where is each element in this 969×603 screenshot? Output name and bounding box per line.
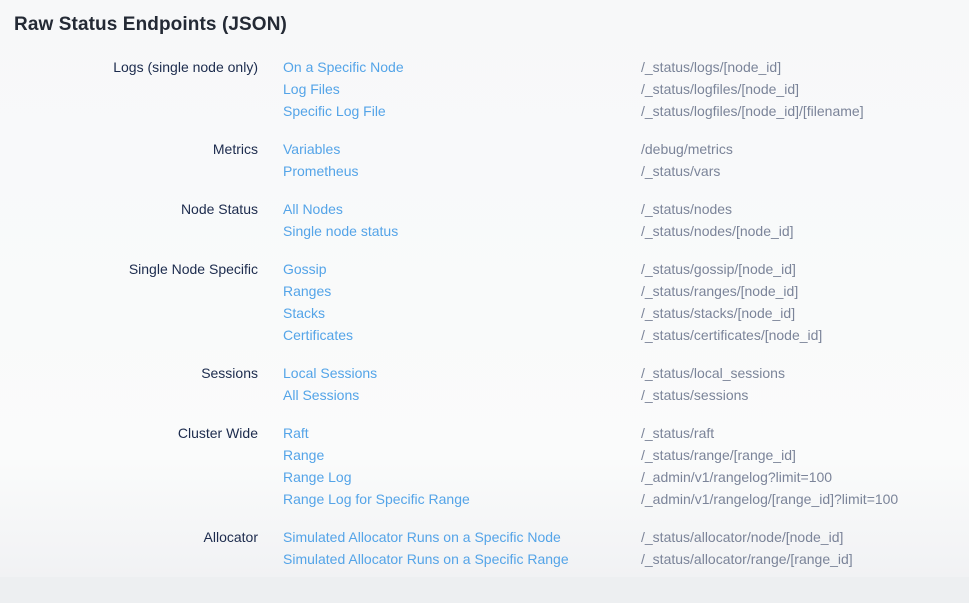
endpoint-link[interactable]: Log Files: [283, 78, 641, 100]
category-label: Single Node Specific: [0, 258, 258, 346]
endpoint-link[interactable]: Ranges: [283, 280, 641, 302]
endpoint-row: Range Log for Specific Range/_admin/v1/r…: [283, 488, 969, 510]
endpoint-group: Single Node SpecificGossip/_status/gossi…: [0, 258, 969, 346]
endpoint-link[interactable]: On a Specific Node: [283, 56, 641, 78]
endpoint-group: Allocator Simulated Allocator Runs on a S…: [0, 526, 969, 570]
endpoint-path: /_status/nodes: [641, 198, 732, 220]
endpoint-path: /_status/sessions: [641, 384, 748, 406]
endpoint-entry-list: Variables/debug/metricsPrometheus/_statu…: [258, 138, 969, 182]
endpoint-row: Prometheus/_status/vars: [283, 160, 969, 182]
endpoint-link[interactable]: Simulated Allocator Runs on a Specific N…: [283, 526, 641, 548]
endpoint-link[interactable]: Certificates: [283, 324, 641, 346]
endpoint-path: /_status/nodes/[node_id]: [641, 220, 794, 242]
endpoint-row: Range/_status/range/[range_id]: [283, 444, 969, 466]
endpoint-entry-list: On a Specific Node/_status/logs/[node_id…: [258, 56, 969, 122]
endpoint-entry-list: All Nodes/_status/nodesSingle node statu…: [258, 198, 969, 242]
endpoint-path: /_admin/v1/rangelog?limit=100: [641, 466, 832, 488]
endpoint-row: Single node status/_status/nodes/[node_i…: [283, 220, 969, 242]
category-label: Allocator: [0, 526, 258, 570]
endpoint-path: /_status/logs/[node_id]: [641, 56, 781, 78]
page-title: Raw Status Endpoints (JSON): [0, 0, 969, 36]
endpoint-entry-list: Gossip/_status/gossip/[node_id]Ranges/_s…: [258, 258, 969, 346]
endpoint-row: Certificates/_status/certificates/[node_…: [283, 324, 969, 346]
category-label: Sessions: [0, 362, 258, 406]
endpoint-row: Local Sessions/_status/local_sessions: [283, 362, 969, 384]
debug-endpoints-page: Raw Status Endpoints (JSON) Logs (single…: [0, 0, 969, 577]
endpoint-groups: Logs (single node only) On a Specific Nod…: [0, 56, 969, 570]
endpoint-path: /_status/vars: [641, 160, 720, 182]
endpoint-path: /_status/local_sessions: [641, 362, 785, 384]
endpoint-link[interactable]: Raft: [283, 422, 641, 444]
endpoint-path: /_status/logfiles/[node_id]/[filename]: [641, 100, 864, 122]
endpoint-entry-list: Raft/_status/raftRange/_status/range/[ra…: [258, 422, 969, 510]
category-label: Cluster Wide: [0, 422, 258, 510]
endpoint-link[interactable]: Specific Log File: [283, 100, 641, 122]
endpoint-link[interactable]: Prometheus: [283, 160, 641, 182]
endpoint-path: /_admin/v1/rangelog/[range_id]?limit=100: [641, 488, 898, 510]
endpoint-row: Variables/debug/metrics: [283, 138, 969, 160]
endpoint-path: /_status/logfiles/[node_id]: [641, 78, 799, 100]
endpoint-path: /_status/gossip/[node_id]: [641, 258, 796, 280]
endpoint-group: Node StatusAll Nodes/_status/nodesSingle…: [0, 198, 969, 242]
endpoint-entry-list: Simulated Allocator Runs on a Specific N…: [258, 526, 969, 570]
endpoint-path: /_status/allocator/range/[range_id]: [641, 548, 853, 570]
category-label: Logs (single node only): [0, 56, 258, 122]
endpoint-path: /_status/certificates/[node_id]: [641, 324, 822, 346]
endpoint-link[interactable]: Range Log for Specific Range: [283, 488, 641, 510]
endpoint-row: Ranges/_status/ranges/[node_id]: [283, 280, 969, 302]
endpoint-link[interactable]: Range: [283, 444, 641, 466]
endpoint-link[interactable]: All Nodes: [283, 198, 641, 220]
endpoint-row: Simulated Allocator Runs on a Specific R…: [283, 548, 969, 570]
endpoint-group: MetricsVariables/debug/metricsPrometheus…: [0, 138, 969, 182]
endpoint-link[interactable]: Local Sessions: [283, 362, 641, 384]
category-label: Node Status: [0, 198, 258, 242]
endpoint-row: Stacks/_status/stacks/[node_id]: [283, 302, 969, 324]
endpoint-path: /_status/raft: [641, 422, 714, 444]
endpoint-link[interactable]: Gossip: [283, 258, 641, 280]
endpoint-row: On a Specific Node/_status/logs/[node_id…: [283, 56, 969, 78]
endpoint-entry-list: Local Sessions/_status/local_sessionsAll…: [258, 362, 969, 406]
endpoint-link[interactable]: Range Log: [283, 466, 641, 488]
endpoint-row: Specific Log File/_status/logfiles/[node…: [283, 100, 969, 122]
endpoint-row: All Sessions/_status/sessions: [283, 384, 969, 406]
endpoint-path: /_status/ranges/[node_id]: [641, 280, 798, 302]
endpoint-group: Logs (single node only) On a Specific Nod…: [0, 56, 969, 122]
endpoint-link[interactable]: Stacks: [283, 302, 641, 324]
endpoint-group: SessionsLocal Sessions/_status/local_ses…: [0, 362, 969, 406]
endpoint-row: Gossip/_status/gossip/[node_id]: [283, 258, 969, 280]
category-label: Metrics: [0, 138, 258, 182]
endpoint-link[interactable]: Variables: [283, 138, 641, 160]
endpoint-row: Range Log/_admin/v1/rangelog?limit=100: [283, 466, 969, 488]
endpoint-path: /_status/allocator/node/[node_id]: [641, 526, 843, 548]
endpoint-path: /_status/range/[range_id]: [641, 444, 796, 466]
endpoint-group: Cluster WideRaft/_status/raftRange/_stat…: [0, 422, 969, 510]
endpoint-link[interactable]: Simulated Allocator Runs on a Specific R…: [283, 548, 641, 570]
endpoint-row: Log Files/_status/logfiles/[node_id]: [283, 78, 969, 100]
endpoint-path: /_status/stacks/[node_id]: [641, 302, 795, 324]
endpoint-path: /debug/metrics: [641, 138, 733, 160]
endpoint-row: Simulated Allocator Runs on a Specific N…: [283, 526, 969, 548]
endpoint-row: All Nodes/_status/nodes: [283, 198, 969, 220]
endpoint-row: Raft/_status/raft: [283, 422, 969, 444]
endpoint-link[interactable]: All Sessions: [283, 384, 641, 406]
endpoint-link[interactable]: Single node status: [283, 220, 641, 242]
